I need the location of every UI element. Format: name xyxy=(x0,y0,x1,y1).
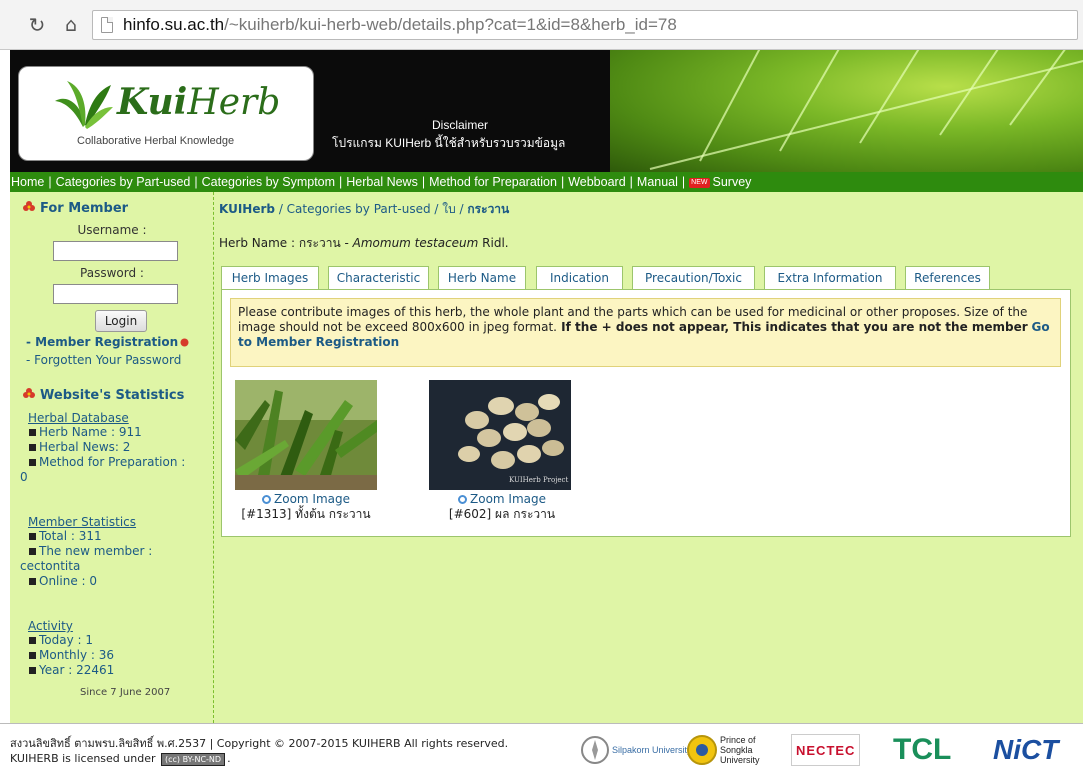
member-stats: Member Statistics Total : 311 The new me… xyxy=(20,515,218,589)
nav-categories-part[interactable]: Categories by Part-used xyxy=(56,175,191,189)
nav-manual[interactable]: Manual xyxy=(637,175,678,189)
tab-references[interactable]: References xyxy=(905,266,990,290)
stat-row: Year : 22461 xyxy=(28,663,218,678)
stat-row: The new member : xyxy=(28,544,218,559)
breadcrumb: KUIHerb / Categories by Part-used / ใบ /… xyxy=(219,202,510,216)
zoom-image-link[interactable]: Zoom Image xyxy=(412,492,592,507)
member-registration-link[interactable]: - Member Registration xyxy=(26,335,189,349)
logo-leaves-icon xyxy=(55,81,113,129)
magnifier-icon xyxy=(262,495,271,504)
image-watermark: KUIHerb Project xyxy=(509,476,569,484)
new-badge: NEW xyxy=(689,177,710,188)
stat-row: Herbal News: 2 xyxy=(28,440,218,455)
activity-title[interactable]: Activity xyxy=(28,619,218,633)
tab-herb-name[interactable]: Herb Name xyxy=(438,266,526,290)
home-icon[interactable]: ⌂ xyxy=(58,12,84,38)
image-caption: Zoom Image [#1313] ทั้งต้น กระวาน xyxy=(216,492,396,522)
nav-categories-symptom[interactable]: Categories by Symptom xyxy=(202,175,335,189)
tab-herb-images[interactable]: Herb Images xyxy=(221,266,319,291)
license-text: KUIHERB is licensed under (cc) BY-NC-ND. xyxy=(10,752,231,766)
herbal-database-title[interactable]: Herbal Database xyxy=(28,411,218,425)
tab-precaution[interactable]: Precaution/Toxic xyxy=(632,266,755,290)
stat-row: Total : 311 xyxy=(28,529,218,544)
leaf-banner-image xyxy=(610,50,1083,172)
logo-wordmark: KuiHerb xyxy=(117,81,281,123)
nectec-logo[interactable]: NECTEC xyxy=(791,734,861,766)
flower-icon xyxy=(180,338,189,347)
disclaimer-text: โปรแกรม KUIHerb นี้ใช้สำหรับรวบรวมข้อมูล xyxy=(332,136,566,150)
cc-license-badge[interactable]: (cc) BY-NC-ND xyxy=(161,752,226,766)
reload-icon[interactable]: ↻ xyxy=(24,12,50,38)
main-nav: Home | Categories by Part-used | Categories … xyxy=(10,172,1083,192)
stats-heading: Website's Statistics xyxy=(22,387,184,403)
forgot-password-link[interactable]: - Forgotten Your Password xyxy=(26,353,181,367)
site-banner: KuiHerb Collaborative Herbal Knowledge D… xyxy=(10,50,1083,172)
member-heading: For Member xyxy=(22,200,128,216)
silpakorn-emblem-icon xyxy=(581,736,609,764)
nav-webboard[interactable]: Webboard xyxy=(568,175,625,189)
page-icon xyxy=(101,17,113,33)
stat-row: Monthly : 36 xyxy=(28,648,218,663)
herb-name-line: Herb Name : กระวาน - Amomum testaceum Ri… xyxy=(219,236,509,250)
member-statistics-title[interactable]: Member Statistics xyxy=(28,515,218,529)
username-field[interactable] xyxy=(53,241,178,261)
nav-survey[interactable]: Survey xyxy=(713,175,752,189)
flower-icon xyxy=(23,201,35,211)
zoom-image-link[interactable]: Zoom Image xyxy=(216,492,396,507)
address-bar[interactable]: hinfo.su.ac.th/~kuiherb/kui-herb-web/det… xyxy=(92,10,1078,40)
stat-row: Method for Preparation : xyxy=(28,455,218,470)
activity-stats: Activity Today : 1 Monthly : 36 Year : 2… xyxy=(28,619,218,678)
nav-method-preparation[interactable]: Method for Preparation xyxy=(429,175,557,189)
tab-indication[interactable]: Indication xyxy=(536,266,623,290)
image-caption: Zoom Image [#602] ผล กระวาน xyxy=(412,492,592,522)
scientific-name: Amomum testaceum xyxy=(352,236,479,250)
breadcrumb-part[interactable]: ใบ xyxy=(442,202,455,216)
stat-value: 0 xyxy=(20,470,28,484)
psu-emblem-icon xyxy=(687,735,717,765)
breadcrumb-root[interactable]: KUIHerb xyxy=(219,202,275,216)
since-date: Since 7 June 2007 xyxy=(80,687,171,698)
silpakorn-logo[interactable]: Silpakorn University xyxy=(580,732,692,768)
tab-panel: Please contribute images of this herb, t… xyxy=(221,289,1071,537)
flower-icon xyxy=(23,388,35,398)
stat-row: Herb Name : 911 xyxy=(28,425,218,440)
login-button[interactable]: Login xyxy=(95,310,147,332)
herb-image-thumbnail[interactable] xyxy=(235,380,377,490)
tab-extra-information[interactable]: Extra Information xyxy=(764,266,896,290)
tab-characteristic[interactable]: Characteristic xyxy=(328,266,429,290)
breadcrumb-current: กระวาน xyxy=(467,202,510,216)
stat-value: cectontita xyxy=(20,559,81,573)
password-label: Password : xyxy=(80,266,144,280)
site-logo[interactable]: KuiHerb Collaborative Herbal Knowledge xyxy=(18,66,314,161)
tcl-logo[interactable]: TCL xyxy=(893,732,951,768)
footer: สงวนลิขสิทธิ์ ตามพรบ.ลิขสิทธิ์ พ.ศ.2537 … xyxy=(0,723,1083,769)
stat-row: Today : 1 xyxy=(28,633,218,648)
nict-logo[interactable]: NiCT xyxy=(993,732,1058,768)
username-label: Username : xyxy=(77,223,147,237)
copyright-text: สงวนลิขสิทธิ์ ตามพรบ.ลิขสิทธิ์ พ.ศ.2537 … xyxy=(10,737,509,750)
password-field[interactable] xyxy=(53,284,178,304)
herb-image-thumbnail[interactable]: KUIHerb Project xyxy=(429,380,571,490)
magnifier-icon xyxy=(458,495,467,504)
stat-row: Online : 0 xyxy=(28,574,218,589)
contribution-notice: Please contribute images of this herb, t… xyxy=(230,298,1061,367)
url-text: hinfo.su.ac.th/~kuiherb/kui-herb-web/det… xyxy=(123,15,677,34)
browser-toolbar: ↻ ⌂ hinfo.su.ac.th/~kuiherb/kui-herb-web… xyxy=(0,0,1083,50)
nav-herbal-news[interactable]: Herbal News xyxy=(346,175,418,189)
breadcrumb-category[interactable]: Categories by Part-used xyxy=(287,202,431,216)
plant-image xyxy=(235,380,377,490)
herbal-database-stats: Herbal Database Herb Name : 911 Herbal N… xyxy=(20,411,218,485)
disclaimer-title[interactable]: Disclaimer xyxy=(432,118,488,132)
psu-logo[interactable]: Prince of Songkla University xyxy=(686,732,770,768)
nav-home[interactable]: Home xyxy=(11,175,44,189)
sidebar: For Member Username : Password : Login -… xyxy=(10,192,214,723)
fruit-image xyxy=(429,380,571,490)
logo-tagline: Collaborative Herbal Knowledge xyxy=(77,135,235,147)
